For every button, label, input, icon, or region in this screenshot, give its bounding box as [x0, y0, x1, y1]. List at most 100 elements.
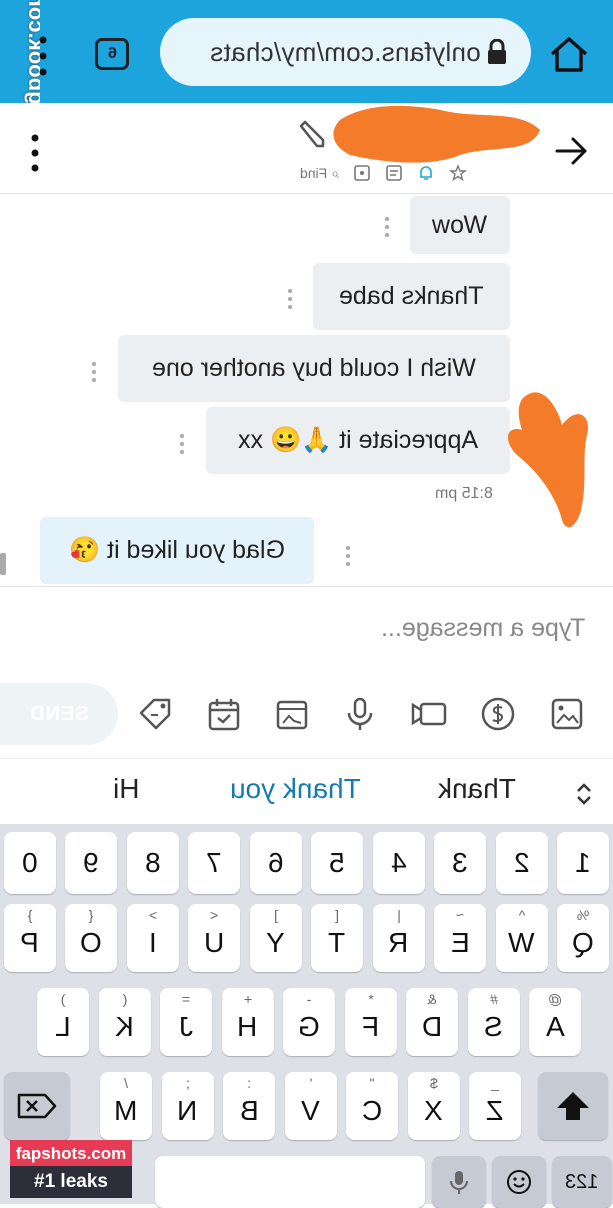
key-u[interactable]: < U — [188, 904, 240, 972]
key-8[interactable]: 8 — [126, 832, 179, 894]
message-options-icon[interactable] — [345, 545, 351, 567]
key-label: 3 — [452, 847, 468, 878]
key-label: 2 — [513, 847, 530, 878]
message-bubble[interactable]: Wish I could buy another one — [118, 335, 510, 402]
key-d[interactable]: & D — [406, 988, 458, 1056]
key-f[interactable]: * F — [344, 988, 397, 1056]
key-e[interactable]: ~ E — [434, 904, 486, 972]
message-options-icon[interactable] — [384, 216, 390, 238]
scrollbar[interactable] — [0, 553, 6, 575]
microphone-icon[interactable] — [341, 695, 379, 733]
voice-input-key[interactable] — [432, 1156, 486, 1208]
address-bar[interactable]: onlyfans.com/my/chats — [160, 18, 531, 86]
key-v[interactable]: ' V — [284, 1072, 337, 1140]
browser-menu-icon[interactable] — [38, 34, 48, 78]
key-label: T — [328, 927, 346, 958]
key-secondary-label: " — [369, 1075, 375, 1091]
key-secondary-label: @ — [547, 991, 563, 1007]
key-z[interactable]: _ Z — [469, 1072, 521, 1140]
key-x[interactable]: $ X — [407, 1072, 460, 1140]
tabs-button[interactable]: 6 — [95, 38, 129, 70]
key-l[interactable]: ) L — [37, 988, 89, 1056]
key-p[interactable]: } P — [3, 904, 56, 972]
key-a[interactable]: @ A — [529, 988, 581, 1056]
key-c[interactable]: " C — [346, 1072, 398, 1140]
sent-message-bubble[interactable]: Glad you liked it 😘 — [40, 517, 314, 584]
key-o[interactable]: {O — [65, 904, 117, 972]
key-q[interactable]: % Q — [557, 904, 609, 972]
message-bubble[interactable]: Appreciate it 🙏😀 xx — [206, 407, 510, 474]
key-6[interactable]: 6 — [249, 832, 302, 894]
redaction-scribble — [507, 392, 588, 528]
key-secondary-label: & — [427, 991, 437, 1007]
backspace-key[interactable] — [4, 1072, 70, 1140]
key-h[interactable]: + H — [221, 988, 274, 1056]
schedule-icon[interactable] — [205, 695, 243, 733]
suggestion-item[interactable]: Thank — [438, 773, 516, 805]
key-y[interactable]: ] Y — [249, 904, 302, 972]
key-r[interactable]: | R — [372, 904, 425, 972]
key-g[interactable]: -G — [283, 988, 335, 1056]
shift-key[interactable] — [538, 1072, 608, 1140]
key-label: G — [298, 1011, 320, 1042]
key-i[interactable]: > I — [126, 904, 179, 972]
key-label: K — [115, 1011, 134, 1042]
key-w[interactable]: ^ W — [495, 904, 548, 972]
price-tag-icon[interactable] — [136, 695, 174, 733]
message-composer: Type a message... SEND — [0, 586, 613, 759]
message-options-icon[interactable] — [91, 361, 97, 383]
dollar-icon[interactable] — [479, 695, 517, 733]
key-label: J — [179, 1011, 193, 1042]
back-arrow-icon[interactable] — [553, 133, 589, 169]
key-s[interactable]: # S — [467, 988, 520, 1056]
shift-icon — [557, 1092, 589, 1120]
key-n[interactable]: ; N — [161, 1072, 214, 1140]
key-secondary-label: ] — [273, 907, 278, 923]
suggestion-item[interactable]: Hi — [113, 773, 139, 805]
key-t[interactable]: [T — [311, 904, 363, 972]
message-input[interactable]: Type a message... — [0, 587, 613, 669]
space-bar[interactable] — [155, 1156, 425, 1208]
vault-icon[interactable] — [273, 695, 311, 733]
key-7[interactable]: 7 — [188, 832, 240, 894]
key-3[interactable]: 3 — [434, 832, 486, 894]
message-bubble[interactable]: Wow — [410, 196, 510, 254]
key-secondary-label: - — [306, 991, 312, 1007]
video-icon[interactable] — [410, 695, 448, 733]
key-label: O — [80, 927, 102, 958]
key-2[interactable]: 2 — [495, 832, 548, 894]
message-options-icon[interactable] — [287, 288, 293, 310]
key-label: 8 — [144, 847, 161, 878]
key-m[interactable]: / M — [100, 1072, 152, 1140]
key-label: 0 — [21, 847, 38, 878]
send-button[interactable]: SEND — [0, 683, 118, 745]
message-bubble[interactable]: Thanks babe — [313, 263, 510, 330]
key-label: W — [508, 927, 535, 958]
key-b[interactable]: :B — [223, 1072, 275, 1140]
key-label: N — [177, 1095, 198, 1126]
numbers-mode-key[interactable]: 123 — [552, 1156, 612, 1208]
home-icon[interactable] — [546, 32, 592, 78]
key-9[interactable]: 9 — [65, 832, 117, 894]
key-k[interactable]: (K — [98, 988, 151, 1056]
key-j[interactable]: = J — [160, 988, 212, 1056]
key-4[interactable]: 4 — [372, 832, 425, 894]
key-secondary-label: | — [396, 907, 401, 923]
browser-toolbar: fapeningbook.com 6 onlyfans.com/my/chats — [0, 0, 613, 183]
key-secondary-label: } — [27, 907, 32, 923]
find-label: Find — [300, 164, 328, 181]
key-0[interactable]: 0 — [3, 832, 56, 894]
chat-options-icon[interactable] — [30, 133, 40, 173]
emoji-key[interactable] — [492, 1156, 546, 1208]
message-options-icon[interactable] — [179, 433, 185, 455]
pencil-icon[interactable] — [295, 118, 327, 150]
redaction-scribble — [333, 105, 540, 163]
suggestion-item[interactable]: Thank you — [230, 773, 361, 805]
key-label: R — [388, 927, 409, 958]
key-1[interactable]: 1 — [557, 832, 609, 894]
key-5[interactable]: 5 — [311, 832, 363, 894]
watermark-line2: #1 leaks — [34, 1171, 108, 1192]
key-label: 9 — [83, 847, 99, 878]
image-icon[interactable] — [548, 695, 586, 733]
expand-suggestions-icon[interactable] — [573, 781, 595, 807]
